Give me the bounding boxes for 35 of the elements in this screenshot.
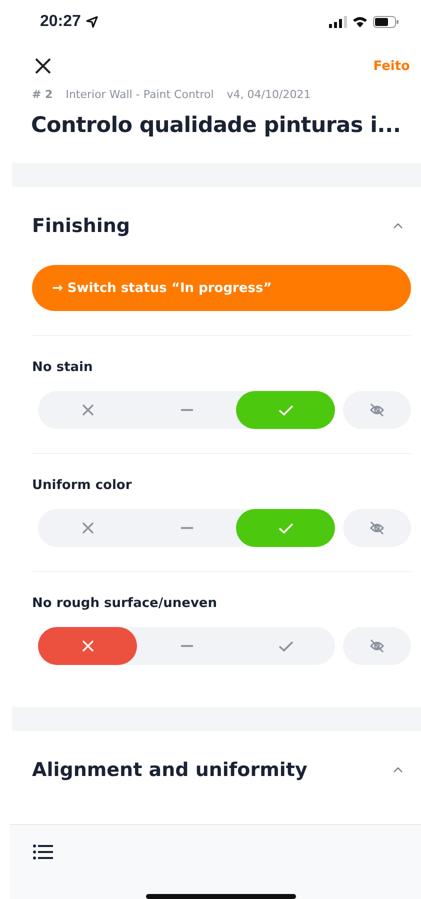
chevron-up-icon[interactable] — [393, 223, 403, 229]
answer-option[interactable] — [38, 627, 137, 665]
switch-status-button[interactable]: → Switch status “In progress” — [32, 265, 411, 311]
dash-icon — [178, 645, 194, 647]
question-label: No stain — [32, 360, 94, 375]
form-number: # 2 — [32, 88, 53, 101]
dash-icon — [178, 409, 194, 411]
version-date: v4, 04/10/2021 — [226, 88, 311, 101]
crossed-eye-icon — [369, 638, 385, 654]
chevron-up-icon[interactable] — [393, 767, 403, 773]
signal-icon — [329, 16, 347, 28]
answer-option[interactable] — [236, 509, 335, 547]
section-title: Finishing — [32, 215, 130, 237]
done-link[interactable]: Feito — [373, 58, 410, 74]
wifi-icon — [352, 16, 368, 28]
battery-icon — [373, 16, 399, 28]
list-icon[interactable] — [33, 844, 53, 860]
question-label: No rough surface/uneven — [32, 596, 218, 611]
not-applicable-button[interactable] — [343, 627, 411, 665]
answer-option[interactable] — [236, 391, 335, 429]
dash-icon — [178, 527, 194, 529]
template-name: Interior Wall - Paint Control — [66, 88, 214, 101]
form-title: Controlo qualidade pinturas i... — [30, 112, 402, 138]
not-applicable-button[interactable] — [343, 391, 411, 429]
location-arrow-icon — [86, 16, 98, 28]
cross-icon — [80, 520, 96, 536]
cross-icon — [80, 638, 96, 654]
cross-icon — [80, 402, 96, 418]
question-label: Uniform color — [32, 478, 133, 493]
section-title: Alignment and uniformity — [32, 759, 308, 781]
not-applicable-button[interactable] — [343, 509, 411, 547]
close-icon[interactable] — [35, 58, 51, 74]
crossed-eye-icon — [369, 520, 385, 536]
crossed-eye-icon — [369, 402, 385, 418]
status-time: 20:27 — [40, 13, 81, 31]
